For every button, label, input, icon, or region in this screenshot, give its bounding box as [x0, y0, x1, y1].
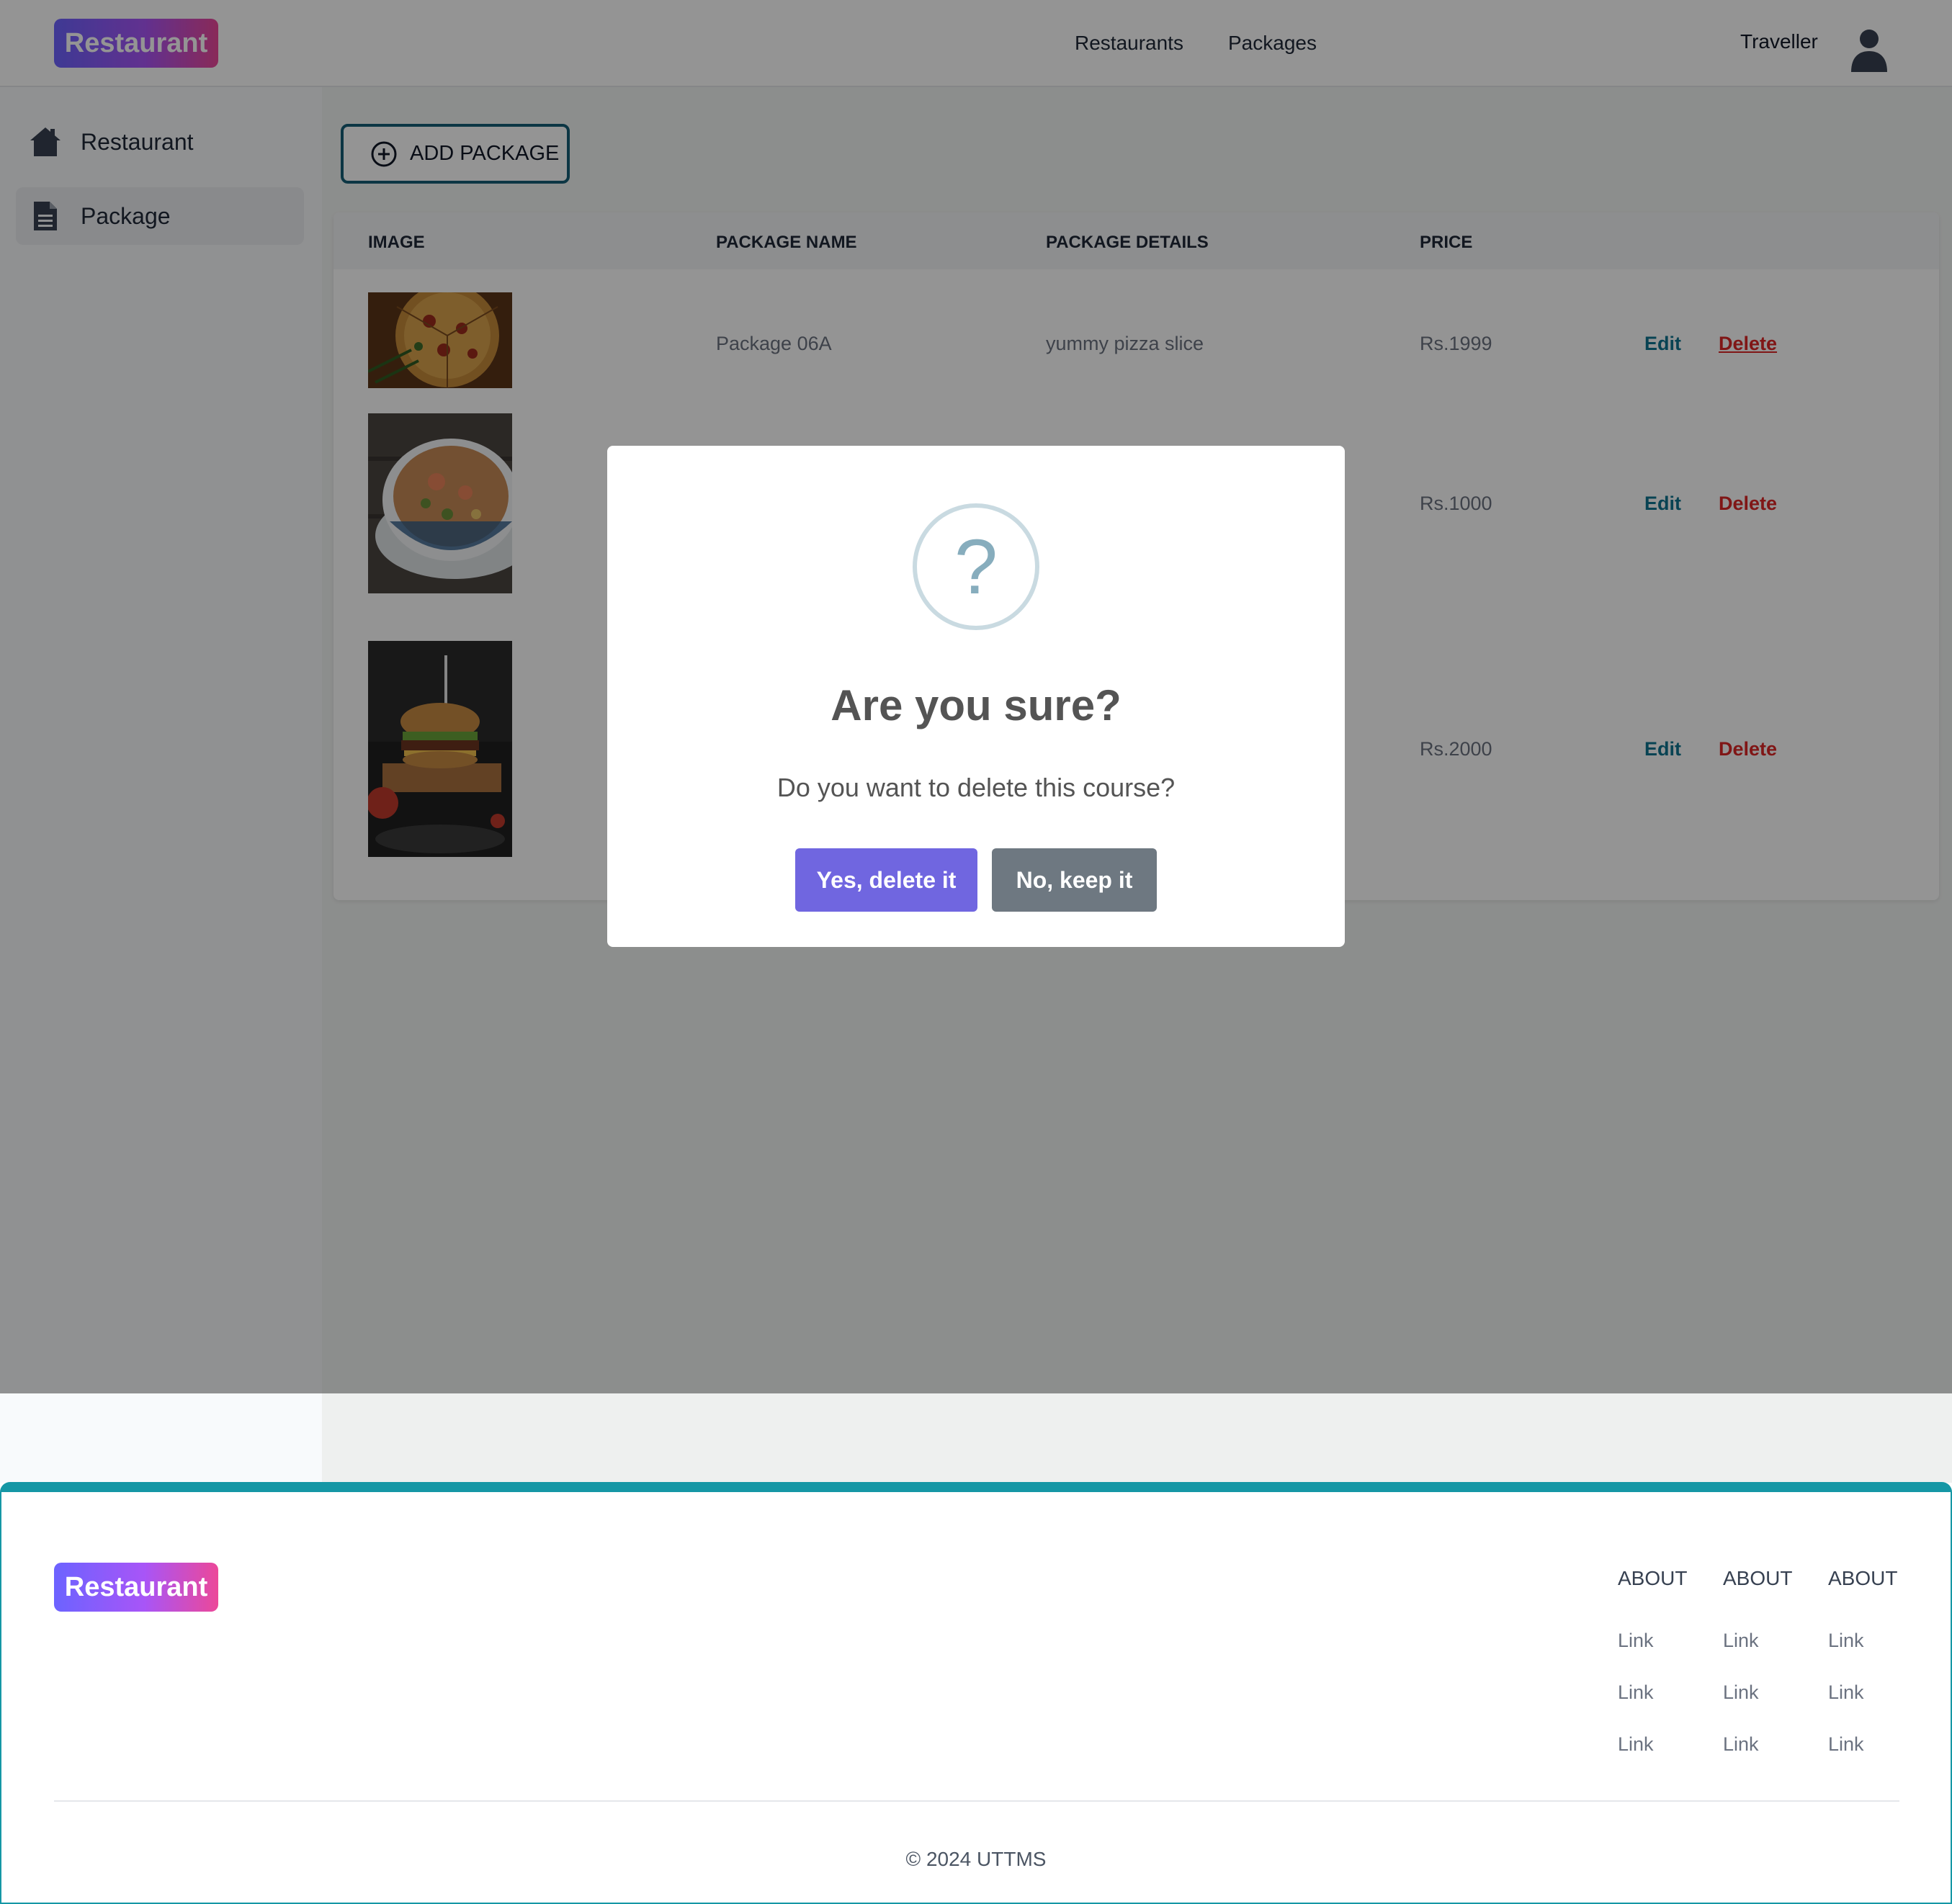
footer-link[interactable]: Link: [1618, 1679, 1687, 1705]
footer-link[interactable]: Link: [1723, 1679, 1792, 1705]
confirm-delete-dialog: ? Are you sure? Do you want to delete th…: [607, 446, 1345, 947]
question-icon: ?: [913, 503, 1039, 630]
footer-column: ABOUT Link Link Link: [1828, 1564, 1897, 1757]
footer-link[interactable]: Link: [1828, 1627, 1897, 1653]
copyright-text: © 2024 UTTMS: [905, 1848, 1047, 1870]
footer: Restaurant ABOUT Link Link Link ABOUT Li…: [0, 1482, 1952, 1904]
footer-divider: [54, 1800, 1899, 1802]
confirm-delete-button[interactable]: Yes, delete it: [795, 848, 977, 912]
footer-link[interactable]: Link: [1723, 1627, 1792, 1653]
footer-column-heading: ABOUT: [1828, 1567, 1898, 1589]
footer-column-heading: ABOUT: [1723, 1567, 1793, 1589]
footer-logo[interactable]: Restaurant: [54, 1563, 218, 1612]
dialog-message: Do you want to delete this course?: [776, 773, 1176, 802]
footer-link[interactable]: Link: [1618, 1731, 1687, 1757]
footer-column-heading: ABOUT: [1618, 1567, 1688, 1589]
footer-link[interactable]: Link: [1723, 1731, 1792, 1757]
cancel-button[interactable]: No, keep it: [992, 848, 1157, 912]
content-bottom: [322, 1393, 1952, 1483]
dialog-title: Are you sure?: [831, 681, 1121, 729]
footer-column: ABOUT Link Link Link: [1618, 1564, 1687, 1757]
footer-link[interactable]: Link: [1828, 1679, 1897, 1705]
footer-column: ABOUT Link Link Link: [1723, 1564, 1792, 1757]
footer-link[interactable]: Link: [1828, 1731, 1897, 1757]
sidebar-bottom: [0, 1393, 322, 1483]
footer-link[interactable]: Link: [1618, 1627, 1687, 1653]
